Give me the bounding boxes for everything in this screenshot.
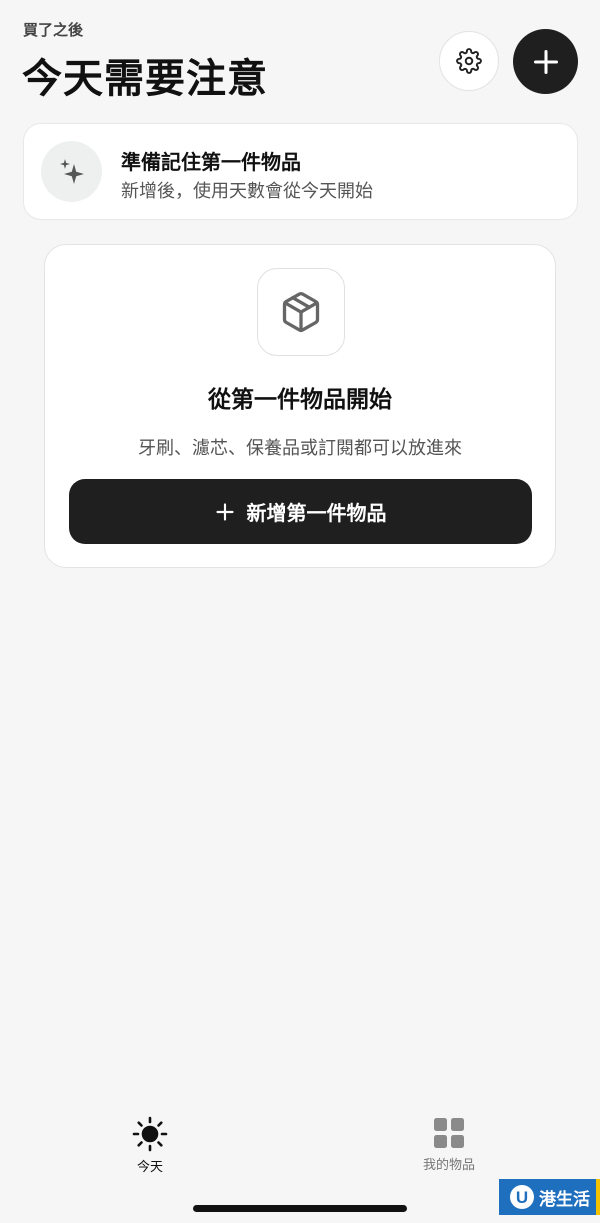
add-item-button[interactable] xyxy=(513,29,578,94)
box-icon-badge xyxy=(257,268,345,356)
tab-my-items[interactable]: 我的物品 xyxy=(389,1116,509,1173)
add-first-item-label: 新增第一件物品 xyxy=(246,501,387,525)
add-first-item-button[interactable]: 新增第一件物品 xyxy=(69,479,532,544)
empty-state-description: 牙刷、濾芯、保養品或訂閱都可以放進來 xyxy=(138,438,462,459)
plus-icon xyxy=(215,502,234,521)
box-icon xyxy=(282,292,320,333)
hint-card: 準備記住第一件物品 新增後，使用天數會從今天開始 xyxy=(23,123,578,220)
empty-state-card: 從第一件物品開始 牙刷、濾芯、保養品或訂閱都可以放進來 新增第一件物品 xyxy=(44,244,556,568)
page-title: 今天需要注意 xyxy=(22,56,268,102)
grid-icon xyxy=(434,1118,464,1148)
watermark-logo-icon: U xyxy=(510,1185,534,1209)
tab-today-label: 今天 xyxy=(136,1160,163,1175)
watermark-logo-letter: U xyxy=(516,1188,528,1207)
tab-today[interactable]: 今天 xyxy=(90,1116,210,1175)
watermark-text: 港生活 xyxy=(539,1189,590,1210)
plus-icon xyxy=(533,49,558,74)
empty-state-title: 從第一件物品開始 xyxy=(208,387,392,413)
hint-title: 準備記住第一件物品 xyxy=(121,150,301,174)
sun-icon xyxy=(132,1116,168,1152)
home-indicator xyxy=(193,1205,407,1212)
gear-icon xyxy=(456,48,482,74)
hint-icon-badge xyxy=(41,141,102,202)
sparkles-icon xyxy=(59,158,84,184)
app-subtitle: 買了之後 xyxy=(23,21,84,39)
watermark: U 港生活 xyxy=(499,1179,600,1215)
settings-button[interactable] xyxy=(439,31,499,91)
tab-my-items-label: 我的物品 xyxy=(422,1158,475,1173)
hint-description: 新增後，使用天數會從今天開始 xyxy=(121,181,373,202)
